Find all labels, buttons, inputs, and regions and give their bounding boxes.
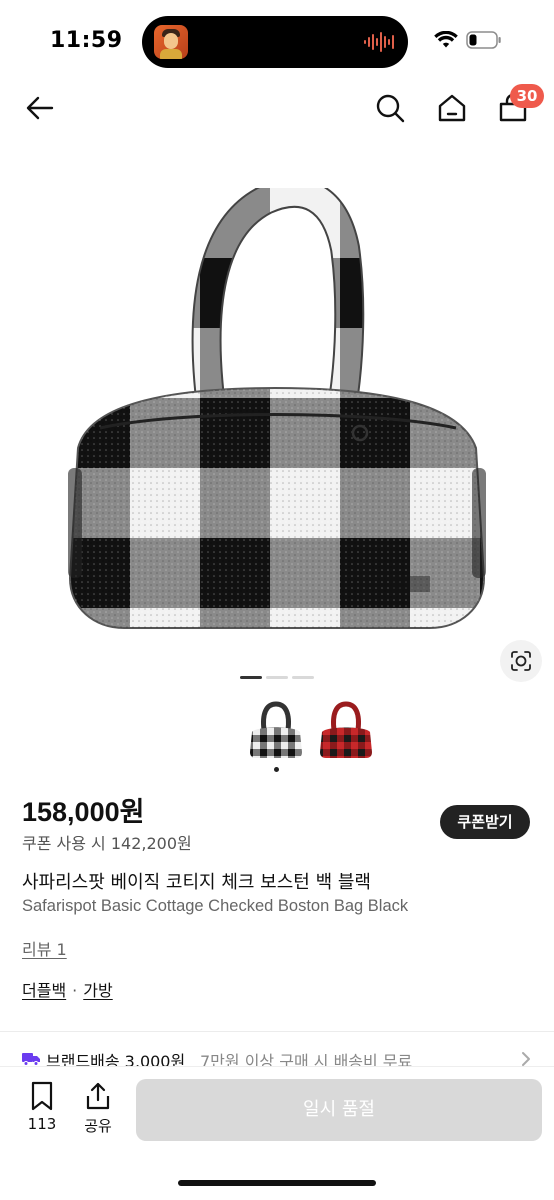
- share-button[interactable]: 공유: [78, 1081, 118, 1141]
- get-coupon-button[interactable]: 쿠폰받기: [440, 805, 530, 839]
- category-breadcrumb: 더플백 · 가방: [22, 977, 113, 1001]
- product-image[interactable]: [60, 188, 494, 648]
- image-pager: [240, 676, 314, 679]
- dynamic-island: [142, 16, 408, 68]
- share-icon: [86, 1082, 110, 1110]
- variant-thumbnail-red[interactable]: [316, 700, 376, 764]
- truck-icon: [22, 1053, 40, 1066]
- wifi-icon: [434, 31, 458, 48]
- home-icon[interactable]: [436, 92, 468, 124]
- search-icon[interactable]: [374, 92, 406, 124]
- category-link-bags[interactable]: 가방: [83, 981, 112, 1000]
- sold-out-button[interactable]: 일시 품절: [136, 1079, 542, 1141]
- lens-scan-icon: [511, 651, 531, 671]
- top-navigation: 30: [0, 84, 554, 132]
- category-separator: ·: [72, 981, 78, 1000]
- visual-search-button[interactable]: [500, 640, 542, 682]
- battery-icon: [466, 31, 501, 49]
- product-price: 158,000원: [22, 797, 145, 827]
- cart-count-badge: 30: [510, 84, 544, 108]
- variant-thumbnails: [0, 700, 554, 780]
- selected-variant-dot: [274, 767, 279, 772]
- pager-dot: [292, 676, 314, 679]
- product-subtitle: Safarispot Basic Cottage Checked Boston …: [22, 897, 409, 915]
- status-bar: 11:59: [0, 0, 554, 80]
- product-title: 사파리스팟 베이직 코티지 체크 보스턴 백 블랙: [22, 872, 371, 893]
- bookmark-count: 113: [27, 1115, 57, 1133]
- bookmark-button[interactable]: 113: [22, 1081, 62, 1141]
- review-link[interactable]: 리뷰 1: [22, 936, 67, 960]
- section-divider: [0, 1031, 554, 1032]
- bookmark-icon: [31, 1081, 53, 1111]
- status-time: 11:59: [50, 28, 123, 53]
- variant-thumbnail-black[interactable]: [246, 700, 306, 764]
- audio-wave-icon: [364, 32, 394, 52]
- coupon-price: 쿠폰 사용 시 142,200원: [22, 834, 192, 853]
- pager-dot: [266, 676, 288, 679]
- back-arrow-icon[interactable]: [24, 92, 56, 124]
- now-playing-artwork: [154, 25, 188, 59]
- pager-dot: [240, 676, 262, 679]
- share-label: 공유: [84, 1117, 112, 1135]
- home-indicator: [178, 1180, 376, 1186]
- category-link-duffle[interactable]: 더플백: [22, 981, 66, 1000]
